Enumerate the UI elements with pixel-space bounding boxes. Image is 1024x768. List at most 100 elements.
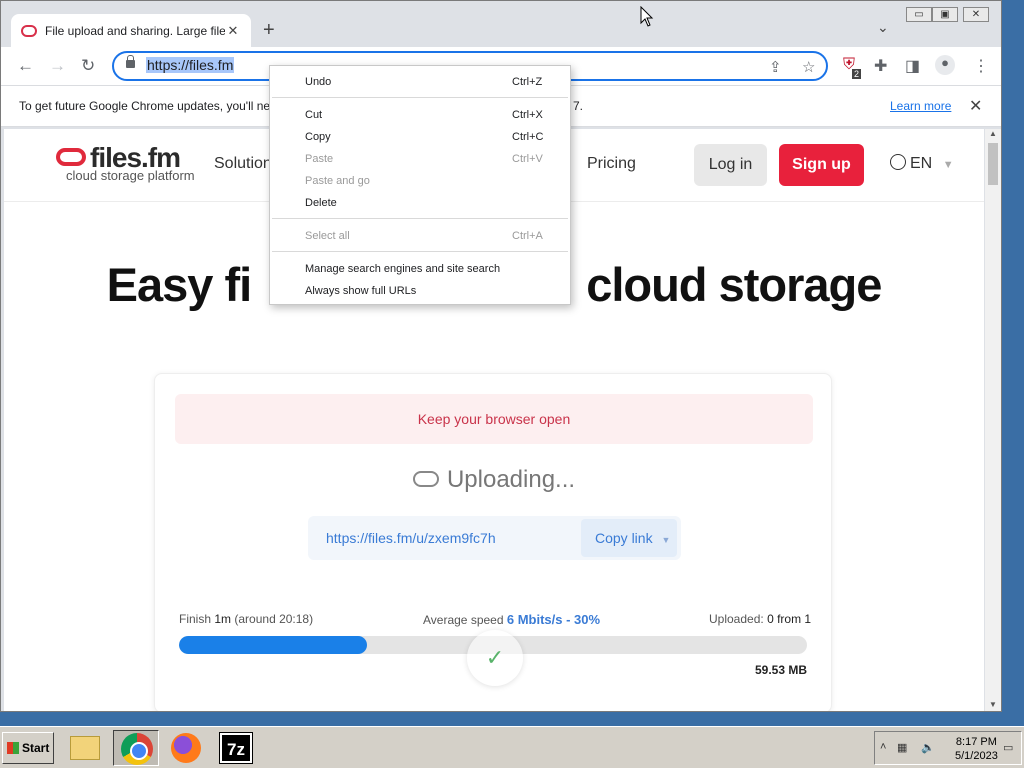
menu-separator — [272, 97, 568, 98]
learn-more-link[interactable]: Learn more — [890, 99, 951, 113]
menu-label: Copy — [305, 131, 331, 143]
windows-flag-icon — [7, 742, 19, 754]
infobar-close-icon[interactable]: ✕ — [969, 96, 982, 116]
cloud-upload-icon — [412, 471, 439, 487]
tab-search-chevron-icon[interactable]: ⌄ — [877, 19, 889, 36]
menu-item-copy[interactable]: Copy Ctrl+C — [270, 126, 570, 148]
taskbar-explorer[interactable] — [62, 730, 108, 766]
menu-label: Cut — [305, 109, 323, 121]
menu-label: Paste — [305, 153, 334, 165]
menu-label: Manage search engines and site search — [305, 263, 501, 275]
file-size: 59.53 MB — [755, 663, 808, 677]
menu-item-select-all[interactable]: Select all Ctrl+A — [270, 225, 570, 247]
menu-shortcut: Ctrl+A — [512, 230, 543, 242]
menu-item-undo[interactable]: Undo Ctrl+Z — [270, 71, 570, 93]
globe-icon — [890, 154, 906, 170]
uploaded-count: Uploaded: 0 from 1 — [709, 612, 811, 626]
url-text[interactable]: https://files.fm — [146, 57, 235, 73]
copy-link-button[interactable]: Copy link ▼ — [581, 519, 677, 557]
language-selector[interactable]: EN ▼ — [890, 154, 954, 173]
files-fm-favicon-icon — [21, 25, 37, 37]
taskbar-7zip[interactable]: 7z — [213, 730, 259, 766]
show-desktop-icon[interactable]: ▭ — [1003, 741, 1013, 754]
tab-close-button[interactable]: ✕ — [225, 23, 241, 39]
finish-value: 1m — [214, 612, 232, 626]
menu-label: Select all — [305, 230, 350, 242]
menu-item-cut[interactable]: Cut Ctrl+X — [270, 104, 570, 126]
bookmark-star-icon[interactable]: ☆ — [802, 58, 815, 76]
uploaded-label: Uploaded: — [709, 612, 764, 626]
language-code: EN — [910, 155, 933, 172]
menu-item-delete[interactable]: Delete — [270, 192, 570, 214]
7zip-icon: 7z — [219, 732, 253, 764]
menu-item-manage-search-engines[interactable]: Manage search engines and site search — [270, 258, 570, 280]
menu-shortcut: Ctrl+X — [512, 109, 543, 121]
menu-separator — [272, 251, 568, 252]
network-icon[interactable]: ▦ — [897, 741, 907, 754]
start-label: Start — [22, 741, 50, 755]
page-scrollbar[interactable]: ▲ ▼ — [985, 129, 1001, 711]
cloud-logo-icon — [56, 148, 86, 166]
upload-progress-fill — [179, 636, 368, 654]
share-link-box: https://files.fm/u/zxem9fc7h Copy link ▼ — [308, 516, 681, 560]
chevron-down-icon: ▼ — [942, 159, 954, 171]
maximize-button[interactable]: ▣ — [932, 7, 958, 22]
extensions-puzzle-icon[interactable]: ✚ — [874, 56, 887, 76]
menu-label: Always show full URLs — [305, 285, 417, 297]
sign-up-button[interactable]: Sign up — [779, 144, 864, 186]
start-button[interactable]: Start — [2, 732, 54, 764]
logo-tagline: cloud storage platform — [66, 168, 195, 183]
firefox-icon — [171, 733, 201, 763]
clock[interactable]: 8:17 PM 5/1/2023 — [955, 735, 998, 763]
scroll-up-arrow-icon[interactable]: ▲ — [989, 129, 997, 138]
taskbar-chrome[interactable] — [113, 730, 159, 766]
log-in-button[interactable]: Log in — [694, 144, 767, 186]
nav-pricing[interactable]: Pricing — [587, 155, 636, 173]
back-arrow-icon[interactable]: ← — [17, 56, 34, 76]
new-tab-button[interactable]: + — [263, 19, 275, 42]
uploaded-value: 0 from 1 — [767, 612, 812, 626]
tray-expand-icon[interactable]: ˄ — [880, 741, 886, 753]
infobar-message-tail: 7. — [573, 99, 584, 113]
mouse-cursor-icon — [640, 6, 654, 27]
share-link[interactable]: https://files.fm/u/zxem9fc7h — [326, 530, 496, 546]
lock-icon[interactable] — [126, 55, 135, 68]
keep-browser-open-alert: Keep your browser open — [175, 394, 813, 444]
menu-shortcut: Ctrl+C — [512, 131, 544, 143]
close-window-button[interactable]: ✕ — [963, 7, 989, 22]
speed-label: Average speed — [423, 613, 504, 627]
uploading-status: Uploading... — [155, 466, 833, 494]
extension-badge: 2 — [852, 69, 862, 79]
scrollbar-thumb[interactable] — [988, 143, 998, 185]
share-icon[interactable]: ⇪ — [769, 58, 782, 76]
menu-item-always-show-full-urls[interactable]: Always show full URLs — [270, 280, 570, 302]
forward-arrow-icon[interactable]: → — [49, 56, 66, 76]
chrome-window: File upload and sharing. Large file tr ✕… — [0, 0, 1002, 712]
finish-extra: (around 20:18) — [234, 612, 314, 626]
hero-heading-end: cloud storage — [586, 258, 882, 311]
tab-strip: File upload and sharing. Large file tr ✕… — [1, 1, 1001, 48]
address-bar-context-menu: Undo Ctrl+Z Cut Ctrl+X Copy Ctrl+C Paste… — [269, 65, 571, 305]
reload-icon[interactable]: ↻ — [81, 56, 95, 76]
minimize-button[interactable]: ▭ — [906, 7, 932, 22]
menu-label: Paste and go — [305, 175, 370, 187]
menu-item-paste-and-go[interactable]: Paste and go — [270, 170, 570, 192]
tab-files-fm[interactable]: File upload and sharing. Large file tr ✕ — [11, 14, 251, 48]
checkmark-icon[interactable]: ✓ — [467, 630, 523, 686]
copy-link-label: Copy link — [595, 530, 653, 546]
volume-icon[interactable]: 🔈 — [921, 741, 935, 754]
menu-item-paste[interactable]: Paste Ctrl+V — [270, 148, 570, 170]
nav-solutions[interactable]: Solution — [214, 155, 272, 173]
kebab-menu-icon[interactable]: ⋮ — [973, 56, 989, 76]
scroll-down-arrow-icon[interactable]: ▼ — [989, 700, 997, 709]
profile-avatar-icon[interactable]: ● — [935, 55, 955, 75]
uploading-text: Uploading... — [446, 466, 576, 493]
upload-card: Keep your browser open Uploading... http… — [154, 373, 832, 711]
taskbar-firefox[interactable] — [163, 730, 209, 766]
system-tray: ˄ ▦ 🔈 8:17 PM 5/1/2023 ▭ — [874, 731, 1022, 765]
menu-shortcut: Ctrl+Z — [512, 76, 543, 88]
side-panel-icon[interactable]: ◨ — [905, 56, 920, 76]
chrome-icon — [121, 733, 153, 765]
finish-time: Finish 1m (around 20:18) — [179, 612, 313, 626]
infobar-message: To get future Google Chrome updates, you… — [19, 99, 271, 113]
